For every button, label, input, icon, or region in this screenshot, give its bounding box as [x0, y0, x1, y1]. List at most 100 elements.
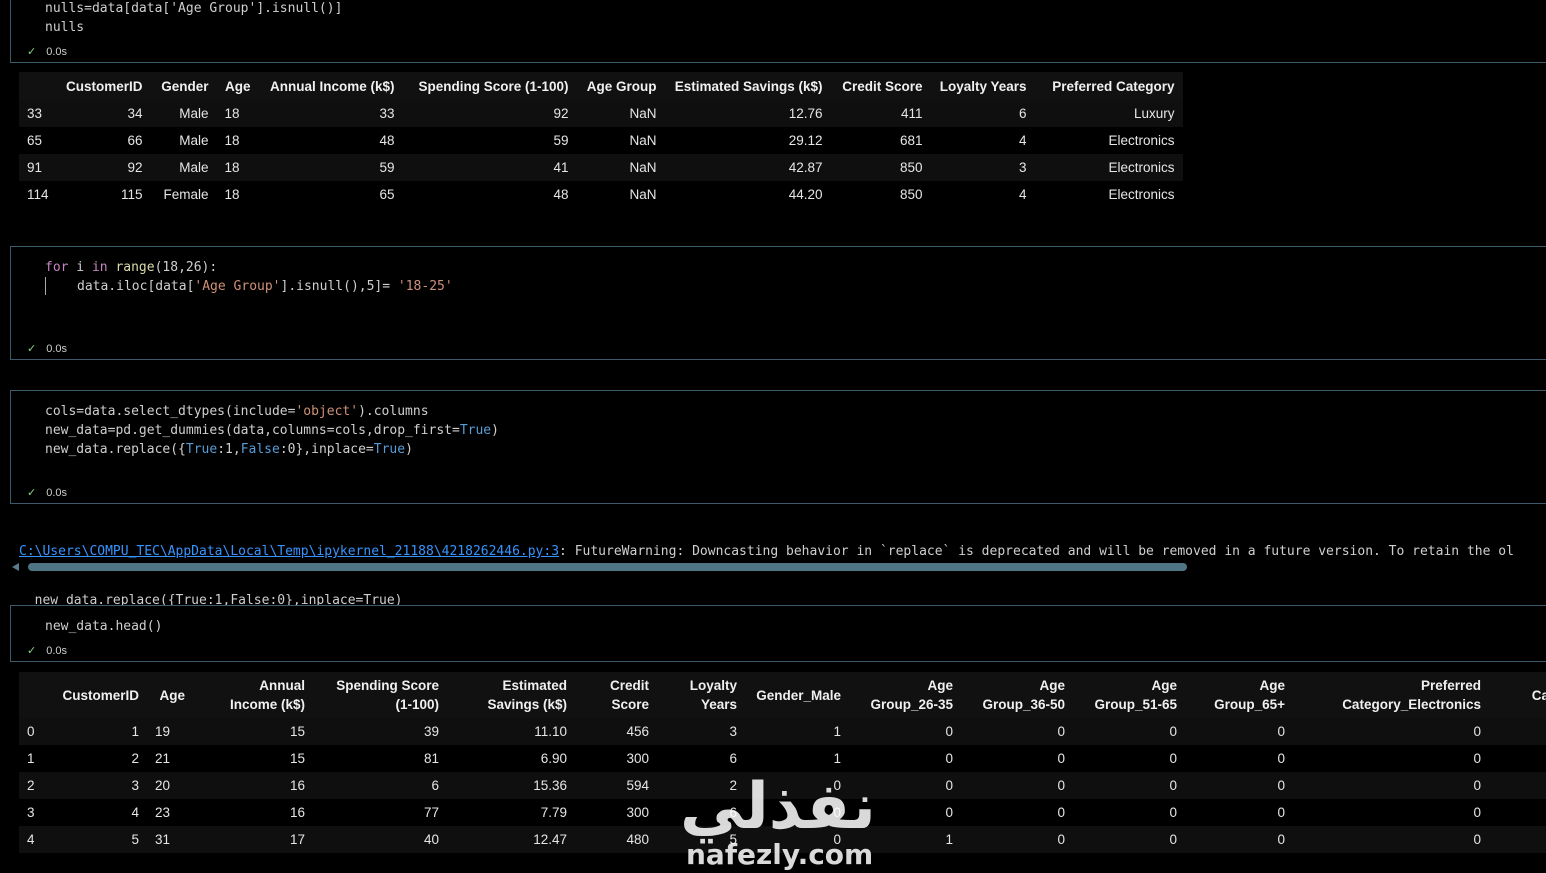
column-header-line: Score: [611, 697, 649, 712]
table-cell: 456: [575, 718, 657, 745]
row-index: 3: [27, 805, 35, 820]
check-icon: ✓: [27, 645, 37, 657]
column-header-line: Age: [1039, 678, 1065, 693]
table-cell: 59: [553, 133, 569, 148]
horizontal-scrollbar[interactable]: [12, 561, 1192, 573]
table-row: 114 115 Female 18 65 48 NaN 44.20 850 4 Electronic…: [19, 181, 1183, 208]
table-cell: Luxury: [1034, 100, 1183, 127]
table-cell: 18: [216, 100, 259, 127]
column-header-line: Age: [1151, 678, 1177, 693]
code-cell-fill-age-group[interactable]: for i in range(18,26): data.iloc[data['A…: [10, 246, 1546, 360]
column-header-line: Income (k$): [229, 697, 305, 712]
table-cell: 0: [961, 772, 1073, 799]
table-cell: Electronics: [1034, 154, 1183, 181]
column-header-line: Years: [700, 697, 737, 712]
column-header-line: Group_26-35: [870, 697, 953, 712]
table-cell: 19: [147, 718, 193, 745]
column-header: Age: [225, 78, 251, 94]
column-header: Gender: [161, 78, 209, 94]
table-cell: 15: [289, 751, 305, 766]
code-line: for i in range(18,26):: [45, 260, 218, 275]
table-cell: 411: [830, 100, 931, 127]
column-header-line: Estimated: [502, 678, 567, 693]
table-cell: 92: [402, 100, 577, 127]
code-cell-nulls[interactable]: nulls=data[data['Age Group'].isnull()] n…: [10, 0, 1546, 63]
column-header: CustomerID: [45, 672, 147, 718]
table-cell: 0: [1473, 751, 1481, 766]
scroll-left-icon[interactable]: [12, 563, 19, 571]
table-cell: NaN: [629, 187, 657, 202]
column-header: Spending Score (1-100): [313, 672, 447, 718]
column-header-line: Group_65+: [1214, 697, 1285, 712]
table-cell: 1: [45, 718, 147, 745]
table-cell: [1489, 745, 1546, 772]
table-cell: 65: [379, 187, 395, 202]
table-cell: 5: [45, 826, 147, 853]
column-header: Age Group_26-35: [849, 672, 961, 718]
table-cell: 0: [1057, 805, 1065, 820]
table-cell: 20: [147, 772, 193, 799]
table-cell: 0: [1185, 826, 1293, 853]
table-cell: Male: [179, 133, 209, 148]
column-header-line: Age: [927, 678, 953, 693]
table-cell: 0: [1185, 772, 1293, 799]
code-cell-head[interactable]: new_data.head() ✓ 0.0s: [10, 605, 1546, 662]
table-cell: 81: [423, 751, 439, 766]
code-line: nulls=data[data['Age Group'].isnull()]: [45, 1, 343, 16]
column-header: Loyalty Years: [939, 78, 1027, 94]
table-cell: 66: [127, 133, 143, 148]
table-cell: 18: [224, 133, 240, 148]
column-header: Spending Score (1-100): [418, 78, 569, 94]
table-cell: 41: [402, 154, 577, 181]
column-header: Loyalty Years: [657, 672, 745, 718]
scrollbar-thumb[interactable]: [28, 563, 1187, 571]
column-header-line: Cate: [1531, 687, 1546, 703]
table-cell: 3: [45, 772, 147, 799]
table-cell: 850: [830, 154, 931, 181]
column-header: Cate: [1489, 672, 1546, 718]
column-header-line: Annual: [259, 678, 305, 693]
column-header: Credit Score: [842, 78, 923, 94]
column-header: Annual Income (k$): [193, 672, 313, 718]
table-cell: 3: [930, 154, 1035, 181]
column-header: [19, 72, 57, 100]
column-header: Age Group_51-65: [1073, 672, 1185, 718]
check-icon: ✓: [27, 487, 37, 499]
column-header: [19, 672, 45, 718]
column-header-line: Age: [1259, 678, 1285, 693]
table-cell: 0: [849, 718, 961, 745]
code-line: nulls: [45, 20, 85, 35]
table-cell: 4: [1019, 187, 1027, 202]
table-cell: 16: [289, 805, 305, 820]
table-cell: 0: [1277, 751, 1285, 766]
cell-status: ✓ 0.0s: [27, 487, 68, 499]
check-icon: ✓: [27, 343, 37, 355]
row-index: 2: [19, 772, 45, 799]
table-cell: 0: [1073, 826, 1185, 853]
table-cell: 44.20: [788, 187, 823, 202]
warning-file-link[interactable]: C:\Users\COMPU_TEC\AppData\Local\Temp\ip…: [19, 544, 559, 559]
table-cell: 0: [1293, 826, 1489, 853]
output-dataframe-nulls: CustomerID Gender Age Annual Income (k$) Spe…: [19, 72, 1183, 208]
column-header: Age: [147, 672, 193, 718]
table-cell: [1489, 718, 1546, 745]
column-header-line: Gender_Male: [756, 687, 841, 703]
code-line: new_data.replace({True:1,False:0},inplac…: [45, 442, 413, 457]
column-header: Age Group_65+: [1185, 672, 1293, 718]
table-cell: 480: [575, 826, 657, 853]
table-cell: 0: [961, 826, 1073, 853]
cell-status: ✓ 0.0s: [27, 343, 68, 355]
table-cell: 11.10: [447, 718, 575, 745]
table-cell: 0: [1169, 805, 1177, 820]
column-header-line: Credit: [609, 678, 649, 693]
table-cell: 59: [258, 154, 403, 181]
code-cell-dummies[interactable]: cols=data.select_dtypes(include='object'…: [10, 390, 1546, 504]
table-cell: 48: [379, 133, 395, 148]
code-line: data.iloc[data['Age Group'].isnull(),5]=…: [77, 279, 453, 294]
table-cell: Electronics: [1108, 187, 1175, 202]
table-cell: 1: [745, 718, 849, 745]
column-header-line: Spending Score: [336, 678, 439, 693]
table-cell: 0: [945, 751, 953, 766]
indent-guide: [45, 277, 46, 295]
table-cell: 7.79: [540, 805, 567, 820]
